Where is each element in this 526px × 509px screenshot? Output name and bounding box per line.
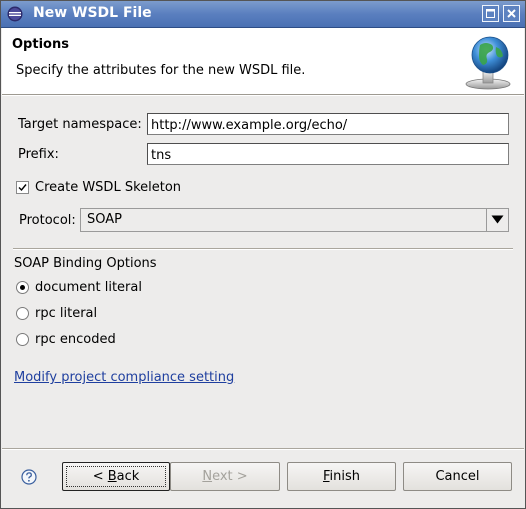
- target-namespace-input[interactable]: [147, 113, 509, 135]
- radio-rpc-literal[interactable]: [16, 307, 29, 320]
- prefix-input[interactable]: [147, 143, 509, 165]
- protocol-dropdown-button[interactable]: [486, 209, 508, 231]
- title-bar[interactable]: New WSDL File: [1, 1, 525, 28]
- maximize-button[interactable]: [482, 5, 499, 22]
- checkmark-icon: [18, 184, 27, 192]
- create-skeleton-label[interactable]: Create WSDL Skeleton: [35, 180, 181, 195]
- protocol-dropdown[interactable]: SOAP: [80, 208, 509, 232]
- radio-document-literal[interactable]: [16, 281, 29, 294]
- wizard-header: Options Specify the attributes for the n…: [2, 28, 524, 94]
- radio-rpc-encoded-label[interactable]: rpc encoded: [35, 332, 116, 347]
- wsdl-globe-icon: [465, 36, 511, 90]
- finish-button[interactable]: Finish: [287, 462, 396, 491]
- close-button[interactable]: [503, 5, 520, 22]
- eclipse-icon: [7, 6, 23, 22]
- help-icon[interactable]: [21, 469, 37, 485]
- cancel-button-label: Cancel: [435, 469, 480, 484]
- cancel-button[interactable]: Cancel: [403, 462, 512, 491]
- section-divider: [13, 248, 513, 250]
- header-divider: [2, 94, 524, 96]
- page-description: Specify the attributes for the new WSDL …: [16, 63, 306, 78]
- finish-button-label: Finish: [322, 469, 361, 484]
- page-title: Options: [12, 37, 69, 52]
- protocol-selected-value: SOAP: [87, 212, 122, 227]
- close-icon: [507, 9, 516, 18]
- new-wsdl-file-dialog: New WSDL File Options Specify the attrib…: [0, 0, 526, 509]
- soap-binding-title: SOAP Binding Options: [14, 256, 157, 271]
- prefix-label: Prefix:: [18, 147, 59, 162]
- button-bar-divider: [2, 448, 524, 450]
- maximize-icon: [486, 9, 495, 18]
- radio-document-literal-label[interactable]: document literal: [35, 280, 142, 295]
- next-button[interactable]: Next >: [170, 462, 280, 491]
- window-title: New WSDL File: [33, 5, 152, 21]
- create-skeleton-checkbox[interactable]: [16, 181, 29, 194]
- modify-compliance-link[interactable]: Modify project compliance setting: [14, 370, 234, 385]
- radio-rpc-literal-label[interactable]: rpc literal: [35, 306, 97, 321]
- next-button-label: Next >: [202, 469, 248, 484]
- back-button[interactable]: < Back: [62, 462, 170, 491]
- chevron-down-icon: [491, 215, 504, 224]
- target-namespace-label: Target namespace:: [18, 117, 142, 132]
- radio-selected-dot: [20, 285, 25, 290]
- protocol-label: Protocol:: [19, 213, 76, 228]
- radio-rpc-encoded[interactable]: [16, 333, 29, 346]
- back-button-label: < Back: [92, 469, 140, 484]
